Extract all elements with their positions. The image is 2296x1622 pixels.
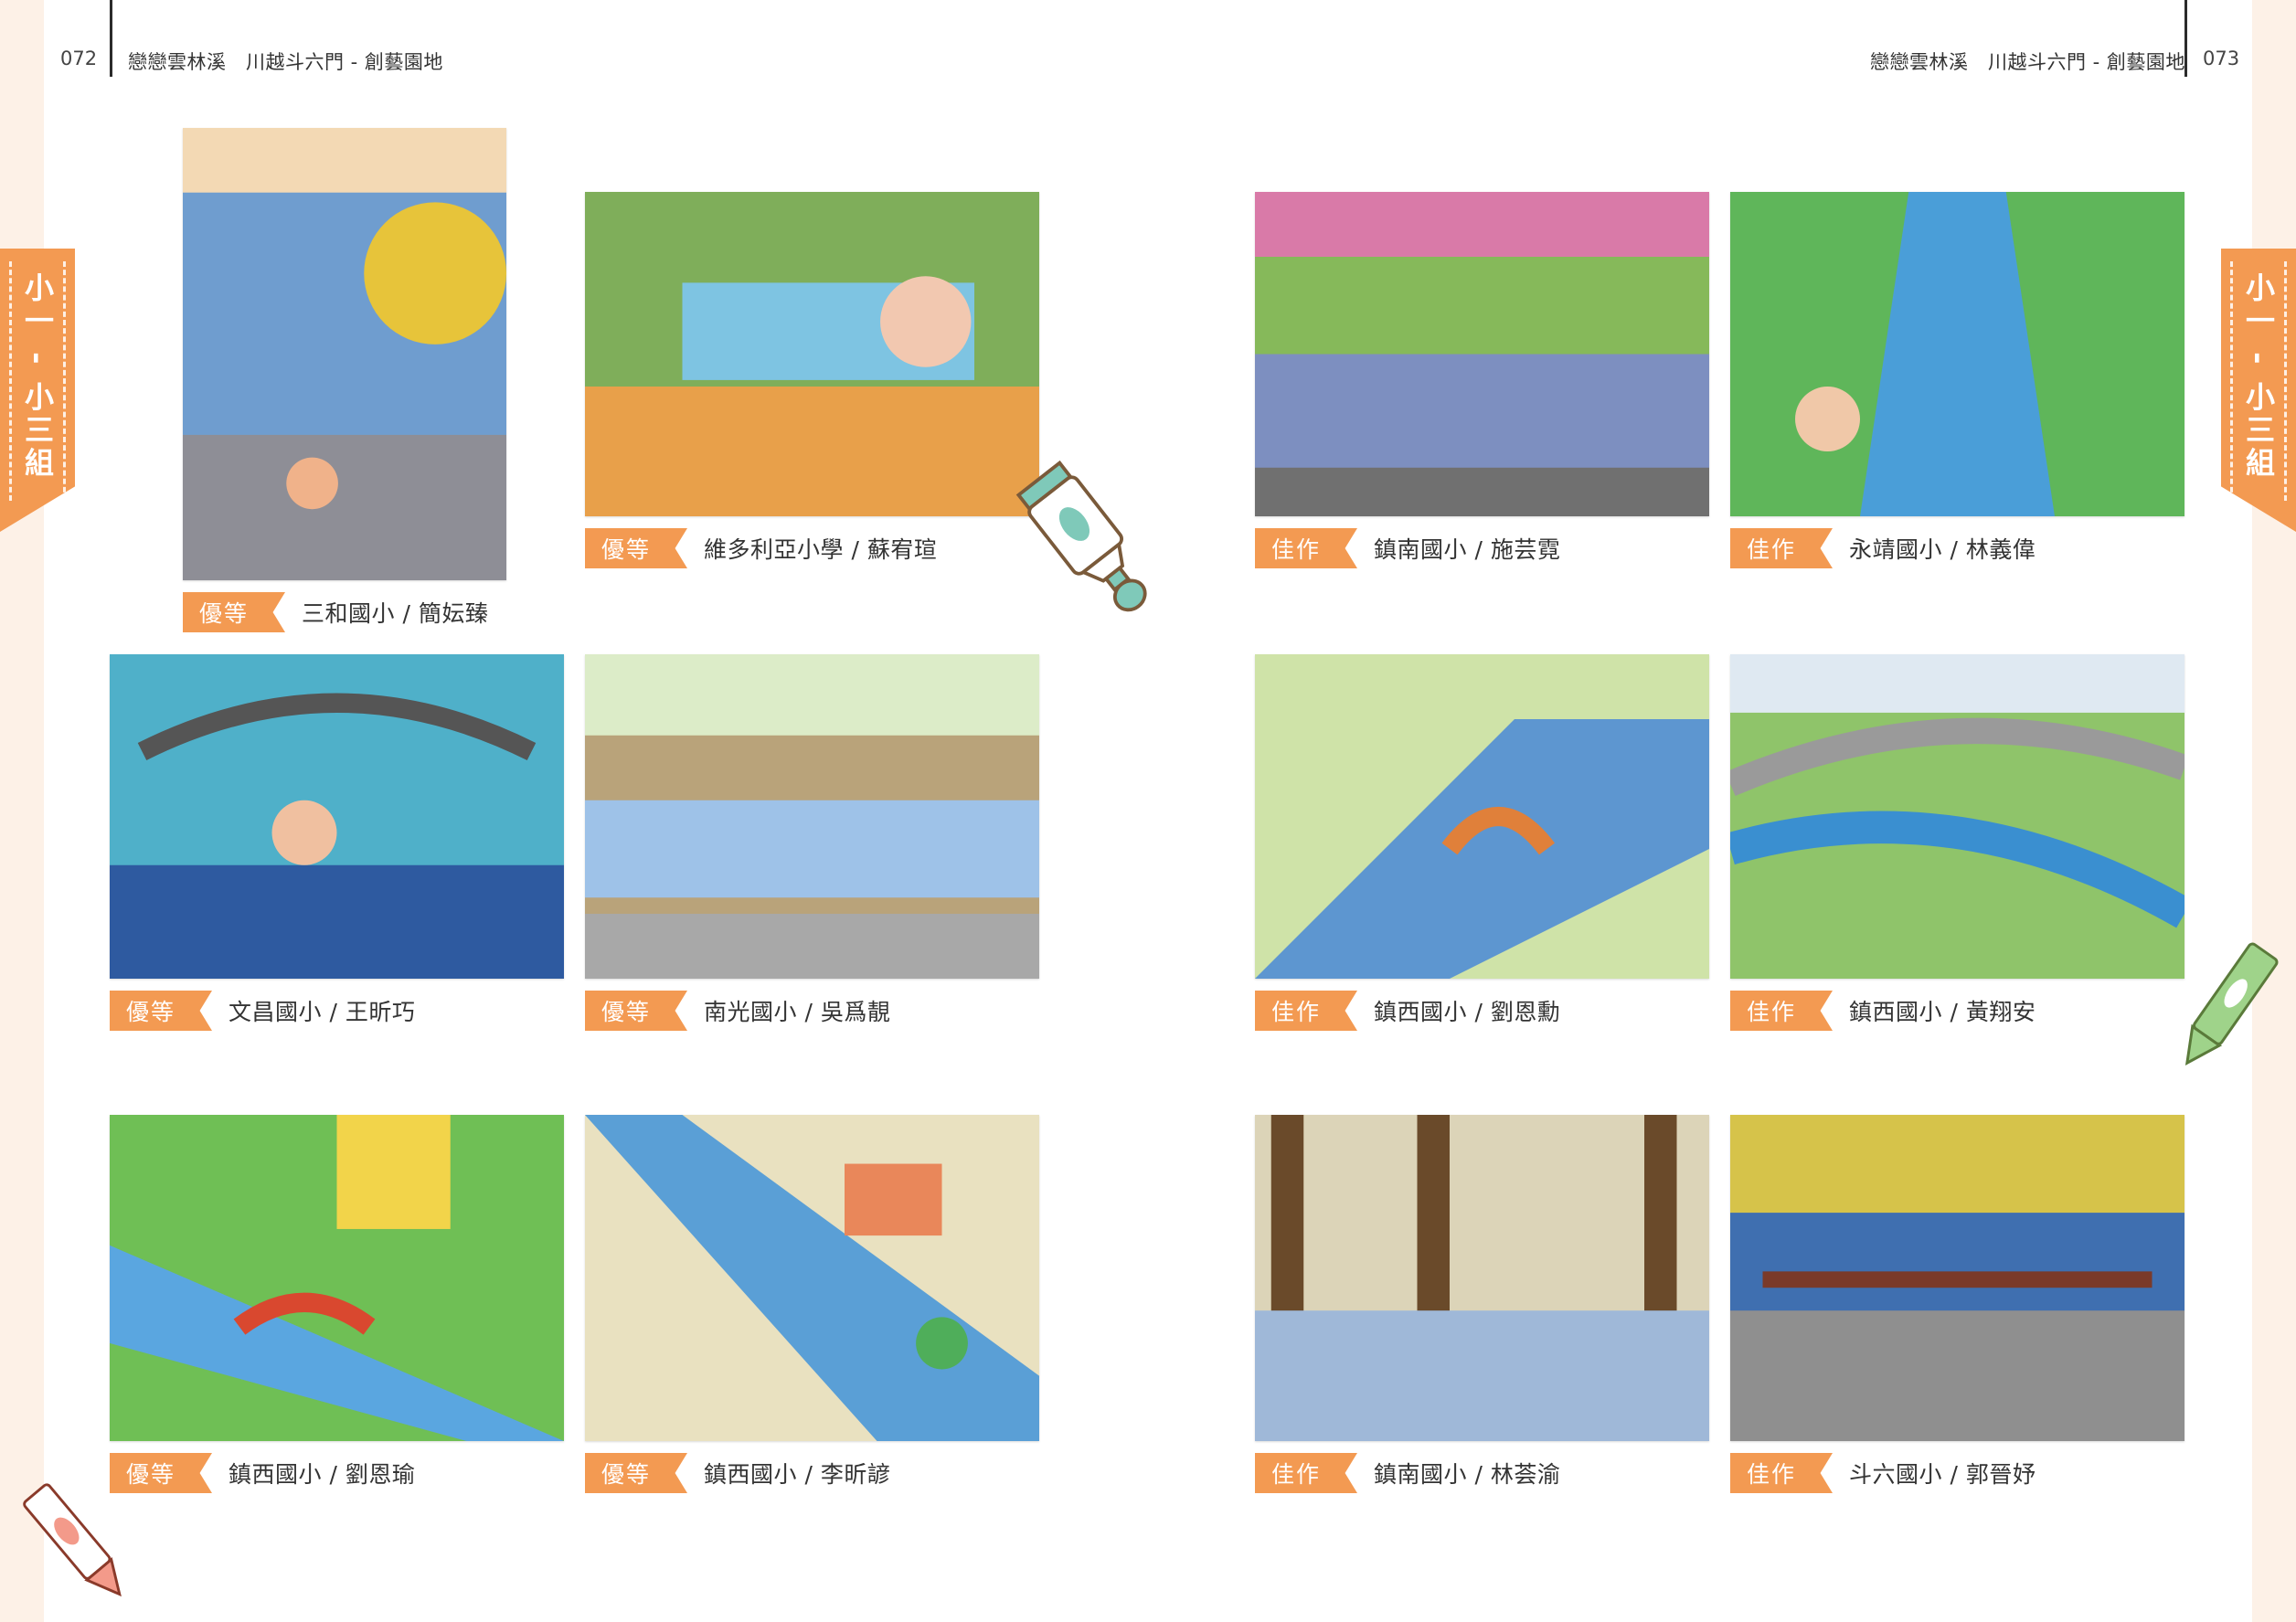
left-group-tab: 小一 - 小三組 xyxy=(0,249,75,532)
school-student-name: 鎮西國小 / 劉恩瑜 xyxy=(229,1461,416,1488)
award-badge: 佳作 xyxy=(1255,528,1357,568)
right-section-title: 戀戀雲林溪 川越斗六門 - 創藝園地 xyxy=(1870,51,2185,73)
school-student-name: 鎮西國小 / 李昕諺 xyxy=(704,1461,891,1488)
school-student-name: 南光國小 / 吳爲靚 xyxy=(704,999,891,1025)
artwork-image xyxy=(585,1115,1039,1441)
artwork-image xyxy=(183,128,506,580)
artwork-image xyxy=(1730,192,2184,516)
artwork-image xyxy=(110,654,564,979)
award-badge: 優等 xyxy=(585,991,687,1031)
artwork-caption: 優等 鎮西國小 / 劉恩瑜 xyxy=(110,1453,415,1493)
artwork-image xyxy=(585,654,1039,979)
left-header-divider xyxy=(110,0,112,77)
artwork-caption: 優等 南光國小 / 吳爲靚 xyxy=(585,991,890,1031)
left-page-number: 072 xyxy=(60,48,98,69)
red-crayon-icon xyxy=(23,1483,122,1597)
artwork-caption: 優等 三和國小 / 簡妘臻 xyxy=(183,592,488,632)
group-tab-label: 小一 - 小三組 xyxy=(20,272,55,481)
award-badge: 優等 xyxy=(183,592,285,632)
school-student-name: 維多利亞小學 / 蘇宥瑄 xyxy=(704,536,938,563)
school-student-name: 永靖國小 / 林義偉 xyxy=(1849,536,2036,563)
award-badge: 優等 xyxy=(585,1453,687,1493)
school-student-name: 三和國小 / 簡妘臻 xyxy=(302,600,489,627)
group-tab-label: 小一 - 小三組 xyxy=(2241,272,2276,481)
artwork-image xyxy=(1255,192,1709,516)
school-student-name: 鎮西國小 / 黃翔安 xyxy=(1849,999,2036,1025)
paint-tube-icon xyxy=(1015,460,1147,612)
artwork-image xyxy=(110,1115,564,1441)
school-student-name: 鎮南國小 / 林荟渝 xyxy=(1374,1461,1561,1488)
award-badge: 優等 xyxy=(585,528,687,568)
award-badge: 優等 xyxy=(110,991,212,1031)
artwork-caption: 佳作 永靖國小 / 林義偉 xyxy=(1730,528,2036,568)
artwork-caption: 優等 鎮西國小 / 李昕諺 xyxy=(585,1453,890,1493)
award-badge: 佳作 xyxy=(1255,1453,1357,1493)
artwork-image xyxy=(585,192,1039,516)
artwork-image xyxy=(1255,1115,1709,1441)
artwork-image xyxy=(1255,654,1709,979)
artwork-image xyxy=(1730,654,2184,979)
award-badge: 佳作 xyxy=(1730,528,1833,568)
left-section-title: 戀戀雲林溪 川越斗六門 - 創藝園地 xyxy=(128,51,443,73)
school-student-name: 斗六國小 / 郭晉妤 xyxy=(1849,1461,2036,1488)
right-header-divider xyxy=(2184,0,2187,77)
school-student-name: 鎮南國小 / 施芸霓 xyxy=(1374,536,1561,563)
artwork-caption: 佳作 鎮南國小 / 林荟渝 xyxy=(1255,1453,1560,1493)
artwork-caption: 優等 維多利亞小學 / 蘇宥瑄 xyxy=(585,528,937,568)
right-group-tab: 小一 - 小三組 xyxy=(2221,249,2296,532)
school-student-name: 文昌國小 / 王昕巧 xyxy=(229,999,416,1025)
artwork-caption: 佳作 鎮西國小 / 劉恩勳 xyxy=(1255,991,1560,1031)
right-page-number: 073 xyxy=(2203,48,2240,69)
artwork-caption: 佳作 斗六國小 / 郭晉妤 xyxy=(1730,1453,2036,1493)
green-crayon-icon xyxy=(2184,942,2279,1065)
school-student-name: 鎮西國小 / 劉恩勳 xyxy=(1374,999,1561,1025)
award-badge: 佳作 xyxy=(1255,991,1357,1031)
award-badge: 佳作 xyxy=(1730,991,1833,1031)
artwork-image xyxy=(1730,1115,2184,1441)
artwork-caption: 佳作 鎮西國小 / 黃翔安 xyxy=(1730,991,2036,1031)
award-badge: 佳作 xyxy=(1730,1453,1833,1493)
artwork-caption: 佳作 鎮南國小 / 施芸霓 xyxy=(1255,528,1560,568)
artwork-caption: 優等 文昌國小 / 王昕巧 xyxy=(110,991,415,1031)
